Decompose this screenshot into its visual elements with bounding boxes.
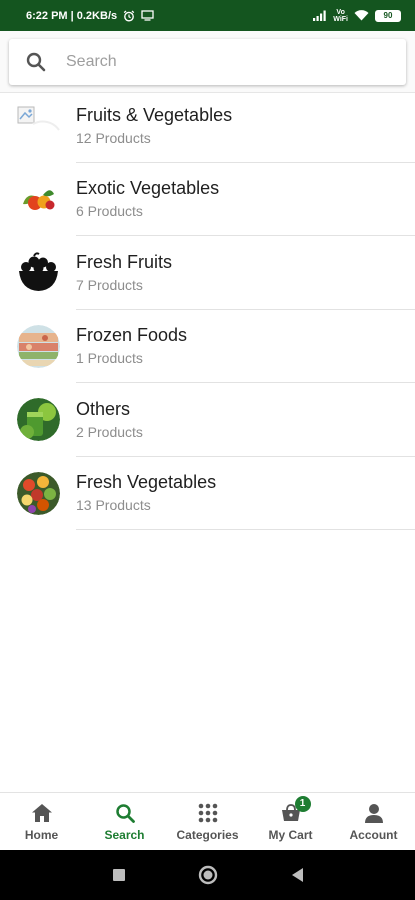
category-text: Fresh Vegetables 13 Products <box>76 457 415 530</box>
vegetables-basket-photo <box>17 471 60 515</box>
category-item[interactable]: Fresh Fruits 7 Products <box>0 236 415 310</box>
home-button[interactable] <box>198 865 218 885</box>
category-name: Fresh Vegetables <box>76 472 217 493</box>
category-count: 7 Products <box>76 276 143 293</box>
category-count: 6 Products <box>76 203 143 220</box>
wifi-icon <box>354 10 369 21</box>
category-count: 2 Products <box>76 423 143 440</box>
nav-cart[interactable]: 1 My Cart <box>249 793 332 850</box>
category-name: Others <box>76 398 131 419</box>
nav-label: My Cart <box>268 827 313 842</box>
nav-search[interactable]: Search <box>83 793 166 850</box>
network-label-top: Vo <box>336 8 345 16</box>
status-time: 6:22 PM | 0.2KB/s <box>26 9 118 22</box>
category-item[interactable]: Fruits & Vegetables 12 Products <box>0 89 415 163</box>
search-icon <box>26 52 46 72</box>
bottom-navigation: Home Search Categories 1 My Cart Account <box>0 792 415 850</box>
nav-label: Categories <box>176 827 239 842</box>
category-count: 1 Products <box>76 350 143 367</box>
network-label-bottom: WiFi <box>333 15 348 23</box>
search-box[interactable] <box>9 39 406 85</box>
cart-badge: 1 <box>294 795 311 812</box>
category-name: Frozen Foods <box>76 325 188 346</box>
frozen-food-photo <box>17 324 60 368</box>
category-text: Fresh Fruits 7 Products <box>76 236 415 310</box>
recents-button[interactable] <box>112 868 126 882</box>
category-count: 13 Products <box>76 497 151 514</box>
search-icon <box>115 802 135 824</box>
grid-icon <box>198 802 218 824</box>
category-item[interactable]: Frozen Foods 1 Products <box>0 310 415 383</box>
category-name: Fresh Fruits <box>76 251 173 272</box>
category-count: 12 Products <box>76 129 151 146</box>
fruit-bowl-icon <box>17 251 60 295</box>
account-icon <box>364 802 384 824</box>
nav-label: Account <box>349 827 398 842</box>
vegetables-photo <box>17 177 60 221</box>
cart-icon: 1 <box>281 795 311 824</box>
status-bar: 6:22 PM | 0.2KB/s Vo WiFi 90 <box>0 0 415 31</box>
category-text: Exotic Vegetables 6 Products <box>76 163 415 236</box>
category-text: Others 2 Products <box>76 383 415 457</box>
broken-image-icon <box>17 104 60 147</box>
category-item[interactable]: Others 2 Products <box>0 383 415 457</box>
category-item[interactable]: Fresh Vegetables 13 Products <box>0 457 415 530</box>
screen-cast-icon <box>141 10 154 21</box>
category-list: Fruits & Vegetables 12 Products Exotic V… <box>0 89 415 530</box>
status-left: 6:22 PM | 0.2KB/s <box>26 10 313 22</box>
battery-level: 90 <box>383 11 393 20</box>
search-bar-container <box>0 31 415 93</box>
category-text: Frozen Foods 1 Products <box>76 310 415 383</box>
nav-label: Home <box>24 827 59 842</box>
category-name: Exotic Vegetables <box>76 178 220 199</box>
nav-categories[interactable]: Categories <box>166 793 249 850</box>
green-juice-photo <box>17 398 60 442</box>
nav-home[interactable]: Home <box>0 793 83 850</box>
search-input[interactable] <box>66 53 366 71</box>
alarm-icon <box>123 10 135 22</box>
network-label: Vo WiFi <box>333 9 348 23</box>
back-button[interactable] <box>290 867 304 883</box>
home-icon <box>31 802 53 824</box>
battery-icon: 90 <box>375 9 401 22</box>
nav-account[interactable]: Account <box>332 793 415 850</box>
category-item[interactable]: Exotic Vegetables 6 Products <box>0 163 415 236</box>
category-name: Fruits & Vegetables <box>76 104 233 125</box>
system-navigation-bar <box>0 850 415 900</box>
category-text: Fruits & Vegetables 12 Products <box>76 89 415 163</box>
signal-icon <box>313 10 327 21</box>
status-right: Vo WiFi 90 <box>313 9 401 23</box>
nav-label: Search <box>104 827 145 842</box>
